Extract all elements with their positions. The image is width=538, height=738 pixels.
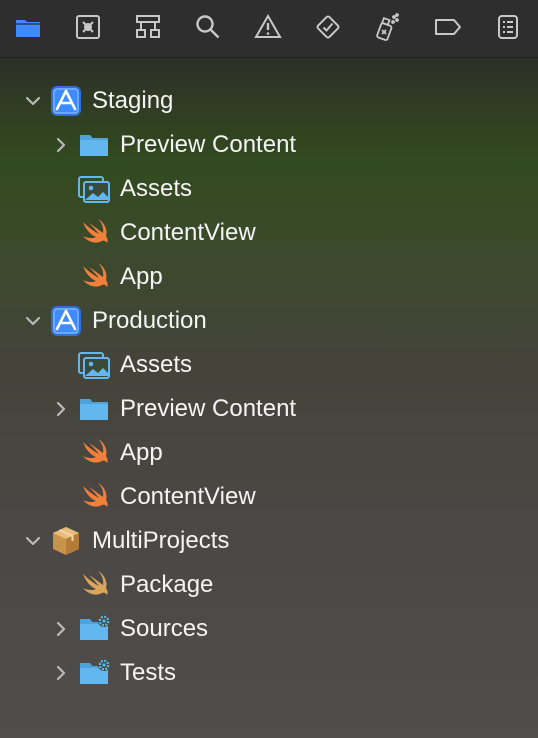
app-project-icon: [49, 304, 83, 338]
row-label: Assets: [120, 175, 193, 202]
chevron-down-icon[interactable]: [24, 532, 42, 550]
row-label: Staging: [92, 87, 174, 114]
file-row[interactable]: Preview Content: [0, 387, 538, 431]
toolbar-button-source-control[interactable]: [69, 10, 107, 48]
gear-folder-icon: [77, 612, 111, 646]
toolbar-button-test-diamond[interactable]: [309, 10, 347, 48]
swift-file-icon: [77, 216, 111, 250]
toolbar-button-warning-triangle[interactable]: [249, 10, 287, 48]
test-diamond-icon: [314, 13, 342, 46]
file-row[interactable]: ContentView: [0, 475, 538, 519]
chevron-down-icon[interactable]: [24, 92, 42, 110]
file-row[interactable]: Assets: [0, 343, 538, 387]
warning-triangle-icon: [254, 13, 282, 46]
file-row[interactable]: Sources: [0, 607, 538, 651]
file-row[interactable]: App: [0, 255, 538, 299]
folder-icon: [14, 13, 42, 46]
row-label: Package: [120, 571, 214, 598]
row-label: Sources: [120, 615, 209, 642]
asset-catalog-icon: [77, 172, 111, 206]
chevron-right-icon[interactable]: [52, 400, 70, 418]
asset-catalog-icon: [77, 348, 111, 382]
report-list-icon: [494, 13, 522, 46]
file-row[interactable]: Preview Content: [0, 123, 538, 167]
swift-file-icon: [77, 436, 111, 470]
project-row[interactable]: Production: [0, 299, 538, 343]
file-row[interactable]: Tests: [0, 651, 538, 695]
file-row[interactable]: Assets: [0, 167, 538, 211]
search-icon: [194, 13, 222, 46]
swift-file-icon: [77, 260, 111, 294]
chevron-right-icon[interactable]: [52, 136, 70, 154]
app-project-icon: [49, 84, 83, 118]
navigator-toolbar: [0, 0, 538, 58]
gear-folder-icon: [77, 656, 111, 690]
chevron-right-icon[interactable]: [52, 664, 70, 682]
project-row[interactable]: Staging: [0, 79, 538, 123]
toolbar-button-breakpoint-tag[interactable]: [429, 10, 467, 48]
row-label: Production: [92, 307, 207, 334]
toolbar-button-folder[interactable]: [9, 10, 47, 48]
row-label: ContentView: [120, 483, 256, 510]
swift-package-manifest-icon: [77, 568, 111, 602]
toolbar-button-search[interactable]: [189, 10, 227, 48]
folder-icon: [77, 128, 111, 162]
package-icon: [49, 524, 83, 558]
source-control-icon: [74, 13, 102, 46]
toolbar-button-report-list[interactable]: [489, 10, 527, 48]
row-label: Preview Content: [120, 395, 297, 422]
file-row[interactable]: App: [0, 431, 538, 475]
breakpoint-tag-icon: [434, 13, 462, 46]
toolbar-button-debug-spray[interactable]: [367, 10, 405, 48]
row-label: Tests: [120, 659, 177, 686]
chevron-right-icon[interactable]: [52, 620, 70, 638]
swift-file-icon: [77, 480, 111, 514]
symbol-hierarchy-icon: [134, 13, 162, 46]
row-label: MultiProjects: [92, 527, 230, 554]
toolbar-button-symbol-hierarchy[interactable]: [129, 10, 167, 48]
row-label: Assets: [120, 351, 193, 378]
project-row[interactable]: MultiProjects: [0, 519, 538, 563]
debug-spray-icon: [372, 12, 400, 46]
row-label: App: [120, 439, 163, 466]
folder-icon: [77, 392, 111, 426]
row-label: App: [120, 263, 163, 290]
chevron-down-icon[interactable]: [24, 312, 42, 330]
row-label: ContentView: [120, 219, 256, 246]
row-label: Preview Content: [120, 131, 297, 158]
file-row[interactable]: Package: [0, 563, 538, 607]
file-row[interactable]: ContentView: [0, 211, 538, 255]
